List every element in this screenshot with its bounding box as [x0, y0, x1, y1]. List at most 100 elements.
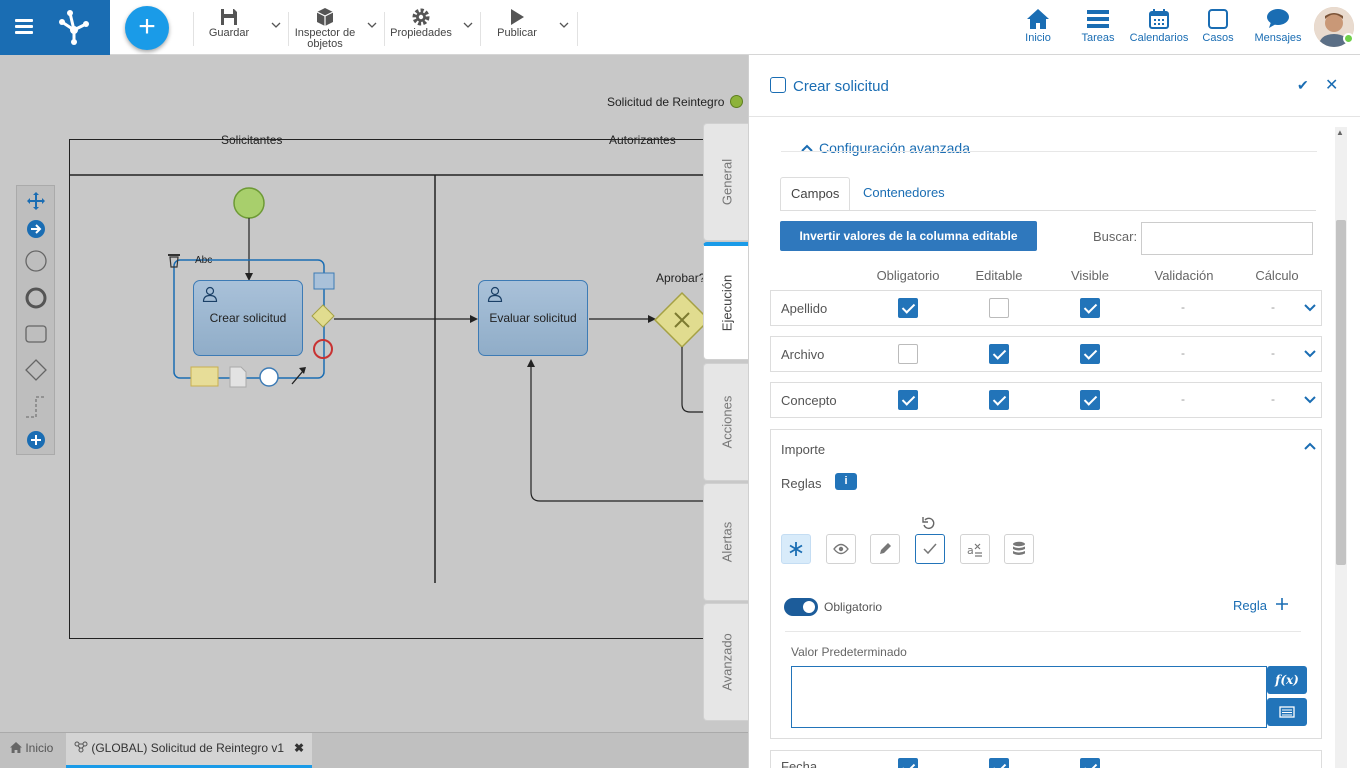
tab-alertas[interactable]: Alertas: [703, 483, 749, 601]
save-icon: [221, 9, 237, 25]
inspector-chevron-down-icon[interactable]: [367, 20, 377, 30]
tab-general[interactable]: General: [703, 123, 749, 241]
bottom-tab-bar: Inicio (GLOBAL) Solicitud de Reintegro v…: [0, 732, 748, 768]
editable-checkbox[interactable]: [989, 344, 1009, 364]
chevron-up-icon[interactable]: [1303, 440, 1317, 452]
bottom-tab-diagram[interactable]: (GLOBAL) Solicitud de Reintegro v1 ✖: [66, 733, 312, 768]
task-crear-solicitud[interactable]: Crear solicitud: [193, 280, 303, 356]
lane-label-autorizantes: Autorizantes: [609, 133, 676, 147]
diagram-canvas[interactable]: Solicitud de Reintegro Solicitantes Auto…: [0, 55, 769, 732]
save-chevron-down-icon[interactable]: [271, 20, 281, 30]
add-button[interactable]: +: [125, 6, 169, 50]
chevron-down-icon[interactable]: [1303, 393, 1317, 405]
editable-checkbox[interactable]: [989, 298, 1009, 318]
nav-cases-label: Casos: [1202, 32, 1234, 44]
menu-icon[interactable]: [12, 15, 38, 39]
properties-button[interactable]: Propiedades: [388, 6, 454, 52]
panel-header: Crear solicitud ✔ ✕: [749, 55, 1360, 117]
nav-messages[interactable]: Mensajes: [1252, 6, 1304, 44]
logo-icon: [59, 10, 89, 45]
scrollbar-thumb[interactable]: [1336, 220, 1346, 565]
visible-checkbox[interactable]: [1080, 298, 1100, 318]
text-label-tool[interactable]: Abc: [195, 255, 212, 266]
tab-ejecucion[interactable]: Ejecución: [703, 242, 749, 360]
close-button[interactable]: ✕: [1325, 75, 1338, 95]
required-toggle[interactable]: [784, 598, 818, 616]
nav-home-label: Inicio: [1025, 32, 1051, 44]
default-value-label: Valor Predeterminado: [791, 645, 907, 659]
required-checkbox[interactable]: [898, 298, 918, 318]
field-name: Concepto: [781, 393, 837, 408]
scroll-up-icon[interactable]: ▲: [1336, 128, 1344, 137]
visible-checkbox[interactable]: [1080, 344, 1100, 364]
validation-value: -: [1181, 346, 1185, 360]
required-checkbox[interactable]: [898, 758, 918, 768]
formula-button[interactable]: f(x): [1267, 666, 1307, 694]
cube-icon: [316, 8, 334, 26]
object-inspector-button[interactable]: Inspector de objetos: [292, 6, 358, 52]
tab-general-label: General: [719, 158, 734, 206]
tab-acciones[interactable]: Acciones: [703, 363, 749, 481]
required-checkbox[interactable]: [898, 344, 918, 364]
column-header-editable: Editable: [975, 268, 1023, 283]
visible-rule-button[interactable]: [826, 534, 856, 564]
invert-editable-button[interactable]: Invertir valores de la columna editable: [780, 221, 1037, 251]
visible-checkbox[interactable]: [1080, 758, 1100, 768]
info-icon[interactable]: i: [835, 473, 857, 490]
visible-checkbox[interactable]: [1080, 390, 1100, 410]
task-label: Crear solicitud: [209, 311, 287, 325]
advanced-config-toggle[interactable]: Configuración avanzada: [801, 140, 970, 156]
inspector-label-2: objetos: [307, 38, 343, 50]
play-icon: [511, 9, 524, 25]
list-button[interactable]: [1267, 698, 1307, 726]
properties-chevron-down-icon[interactable]: [463, 20, 473, 30]
nav-messages-label: Mensajes: [1254, 32, 1302, 44]
editable-rule-button[interactable]: [870, 534, 900, 564]
search-input[interactable]: [1141, 222, 1313, 255]
list-icon: [1279, 706, 1295, 718]
tasks-icon: [1087, 10, 1109, 28]
online-status-badge: [1343, 33, 1354, 44]
tab-avanzado[interactable]: Avanzado: [703, 603, 749, 721]
required-checkbox[interactable]: [898, 390, 918, 410]
home-icon: [1027, 9, 1049, 29]
add-rule-button[interactable]: Regla: [1233, 597, 1289, 613]
tab-campos[interactable]: Campos: [780, 177, 851, 211]
editable-checkbox[interactable]: [989, 390, 1009, 410]
required-rule-button[interactable]: [781, 534, 811, 564]
toolbar-separator: [384, 12, 385, 46]
publish-button[interactable]: Publicar: [490, 6, 544, 52]
chevron-down-icon[interactable]: [1303, 347, 1317, 359]
default-value-input[interactable]: [791, 666, 1267, 728]
task-evaluar-solicitud[interactable]: Evaluar solicitud: [478, 280, 588, 356]
database-rule-button[interactable]: [1004, 534, 1034, 564]
save-button[interactable]: Guardar: [202, 6, 256, 52]
field-name: Importe: [781, 442, 826, 457]
undo-icon[interactable]: [922, 516, 936, 530]
user-icon: [487, 286, 503, 302]
nav-home[interactable]: Inicio: [1020, 6, 1056, 44]
properties-panel: Crear solicitud ✔ ✕ ▲ Configuración avan…: [748, 55, 1360, 768]
calc-value: -: [1271, 392, 1275, 406]
publish-chevron-down-icon[interactable]: [559, 20, 569, 30]
confirm-button[interactable]: ✔: [1297, 77, 1309, 94]
close-tab-icon[interactable]: ✖: [294, 733, 304, 763]
pool[interactable]: [69, 139, 769, 639]
validation-rule-button[interactable]: [915, 534, 945, 564]
nav-cases[interactable]: Casos: [1200, 6, 1236, 44]
publish-label: Publicar: [497, 27, 537, 39]
chevron-down-icon[interactable]: [1303, 301, 1317, 313]
gateway-label: Aprobar?: [656, 271, 706, 285]
tab-contenedores[interactable]: Contenedores: [853, 177, 955, 211]
rules-label: Reglas: [781, 476, 822, 491]
bottom-tab-diagram-label: (GLOBAL) Solicitud de Reintegro v1: [91, 741, 285, 755]
asterisk-icon: [789, 542, 803, 556]
nav-calendars[interactable]: Calendarios: [1128, 6, 1190, 44]
calendar-icon: [1149, 9, 1169, 29]
bottom-tab-home[interactable]: Inicio: [2, 733, 61, 768]
column-header-validacion: Validación: [1154, 268, 1214, 283]
nav-tasks[interactable]: Tareas: [1078, 6, 1118, 44]
editable-checkbox[interactable]: [989, 758, 1009, 768]
calculation-rule-button[interactable]: a: [960, 534, 990, 564]
svg-text:a: a: [967, 544, 974, 557]
